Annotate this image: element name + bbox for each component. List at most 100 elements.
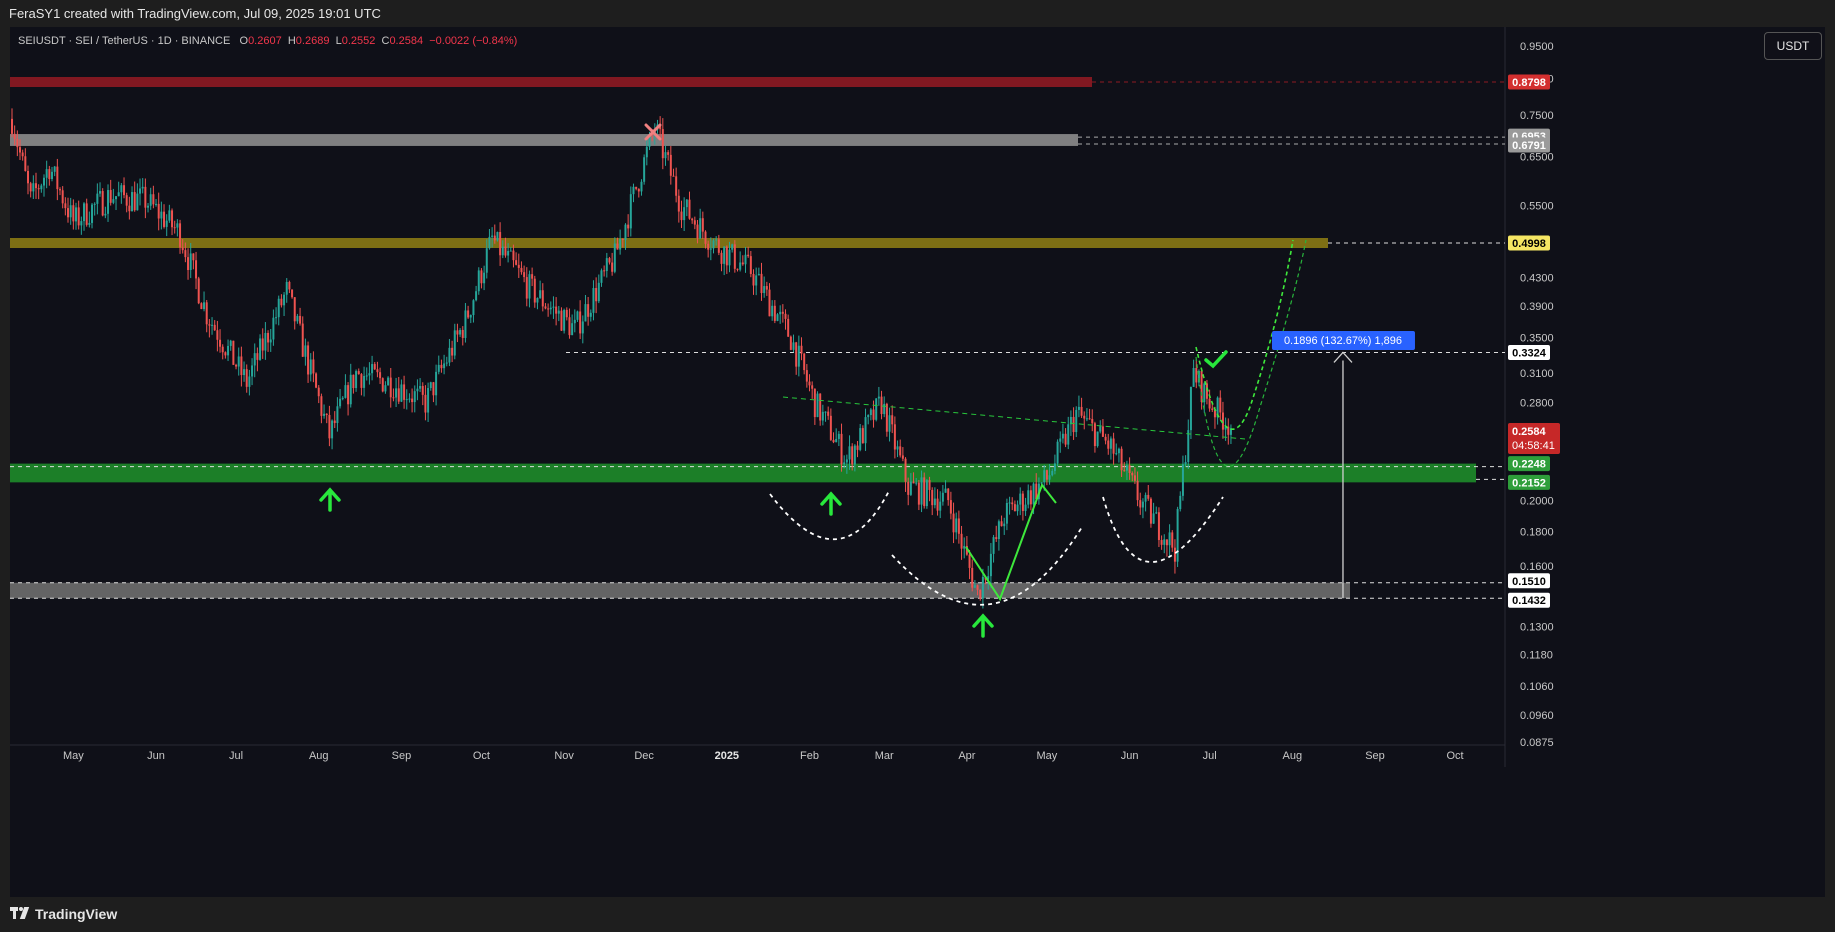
candle-body <box>704 231 707 244</box>
candle-body <box>1032 483 1035 505</box>
candle-body <box>491 235 494 237</box>
candle-body <box>544 306 547 309</box>
candle-body <box>1080 406 1083 416</box>
candle-body <box>307 345 310 375</box>
x-tick-label: Aug <box>309 750 329 762</box>
candle-body <box>251 365 254 377</box>
candle-body <box>189 253 192 270</box>
candle-body <box>195 260 198 279</box>
candle-body <box>451 347 454 356</box>
candle-body <box>475 291 478 301</box>
candle-body <box>909 481 912 495</box>
candle-body <box>979 589 982 599</box>
candle-body <box>523 272 526 278</box>
candle-body <box>939 501 942 511</box>
candle-body <box>1173 547 1176 562</box>
candle-body <box>149 194 152 206</box>
tradingview-logo[interactable]: TradingView <box>10 906 117 922</box>
candle-body <box>1179 495 1182 510</box>
candle-body <box>320 396 323 416</box>
candle-body <box>547 308 550 310</box>
candle-body <box>859 428 862 450</box>
candle-body <box>59 189 62 191</box>
candle-body <box>333 420 336 424</box>
x-tick-label: May <box>1037 750 1058 762</box>
candle-body <box>728 249 731 266</box>
badge-0-2248: 0.2248 <box>1512 459 1546 471</box>
candle-body <box>99 191 102 194</box>
candle-body <box>784 313 787 319</box>
candle-body <box>875 398 878 420</box>
candle-body <box>461 329 464 338</box>
candle-body <box>669 154 672 176</box>
candle-body <box>1149 498 1152 524</box>
candle-body <box>208 324 211 326</box>
candle-body <box>213 324 216 331</box>
candle-body <box>541 290 544 307</box>
candle-body <box>757 273 760 276</box>
candle-body <box>1101 426 1104 437</box>
candle-body <box>37 188 40 190</box>
candle-body <box>216 330 219 340</box>
y-tick-label: 0.1180 <box>1520 650 1553 662</box>
candle-body <box>400 384 403 402</box>
candle-body <box>301 323 304 357</box>
candle-body <box>925 480 928 507</box>
candle-body <box>275 317 278 319</box>
candle-body <box>725 246 728 266</box>
candle-body <box>53 166 56 172</box>
candle-body <box>520 267 523 273</box>
candle-body <box>1189 386 1192 431</box>
candle-body <box>296 315 299 322</box>
candle-body <box>352 374 355 389</box>
candle-body <box>416 388 419 392</box>
candle-body <box>51 171 54 180</box>
candle-body <box>1075 409 1078 433</box>
candle-body <box>1112 438 1115 454</box>
candle-body <box>539 290 542 298</box>
candle-body <box>515 260 518 265</box>
candle-body <box>107 190 110 214</box>
candle-body <box>381 378 384 392</box>
candle-body <box>93 203 96 205</box>
x-tick-label: Sep <box>392 750 412 762</box>
candle-body <box>899 446 902 456</box>
currency-button[interactable]: USDT <box>1764 32 1822 60</box>
candle-body <box>1024 504 1027 511</box>
candle-body <box>851 446 854 465</box>
candle-body <box>624 224 627 241</box>
candle-body <box>781 311 784 314</box>
candle-body <box>253 353 256 366</box>
candle-body <box>808 381 811 386</box>
candle-body <box>61 190 64 204</box>
candle-body <box>963 545 966 549</box>
candle-body <box>1011 502 1014 505</box>
candle-body <box>405 399 408 401</box>
candle-body <box>907 481 910 495</box>
candle-body <box>691 218 694 221</box>
chart-area[interactable]: 0.1896 (132.67%) 1,8960.95000.85000.7500… <box>10 27 1825 897</box>
candle-body <box>264 332 267 351</box>
candle-body <box>688 199 691 219</box>
candle-body <box>181 247 184 251</box>
ohlc-legend: SEIUSDT · SEI / TetherUS · 1D · BINANCE … <box>18 35 517 47</box>
candle-body <box>752 273 755 286</box>
price-chart[interactable]: 0.1896 (132.67%) 1,8960.95000.85000.7500… <box>10 27 1825 897</box>
candle-body <box>1072 416 1075 433</box>
candle-body <box>712 240 715 249</box>
candle-body <box>43 177 46 186</box>
candle-body <box>667 152 670 155</box>
y-tick-label: 0.2800 <box>1520 398 1554 410</box>
x-tick-label: 2025 <box>715 750 739 762</box>
candle-body <box>592 288 595 313</box>
candle-body <box>427 388 430 413</box>
candle-body <box>949 500 952 514</box>
candle-body <box>1155 512 1158 514</box>
candle-body <box>1195 367 1198 383</box>
candle-body <box>1219 397 1222 413</box>
candle-body <box>104 213 107 216</box>
candle-body <box>811 385 814 389</box>
candle-body <box>187 257 190 270</box>
candle-body <box>293 297 296 322</box>
candle-body <box>243 369 246 376</box>
